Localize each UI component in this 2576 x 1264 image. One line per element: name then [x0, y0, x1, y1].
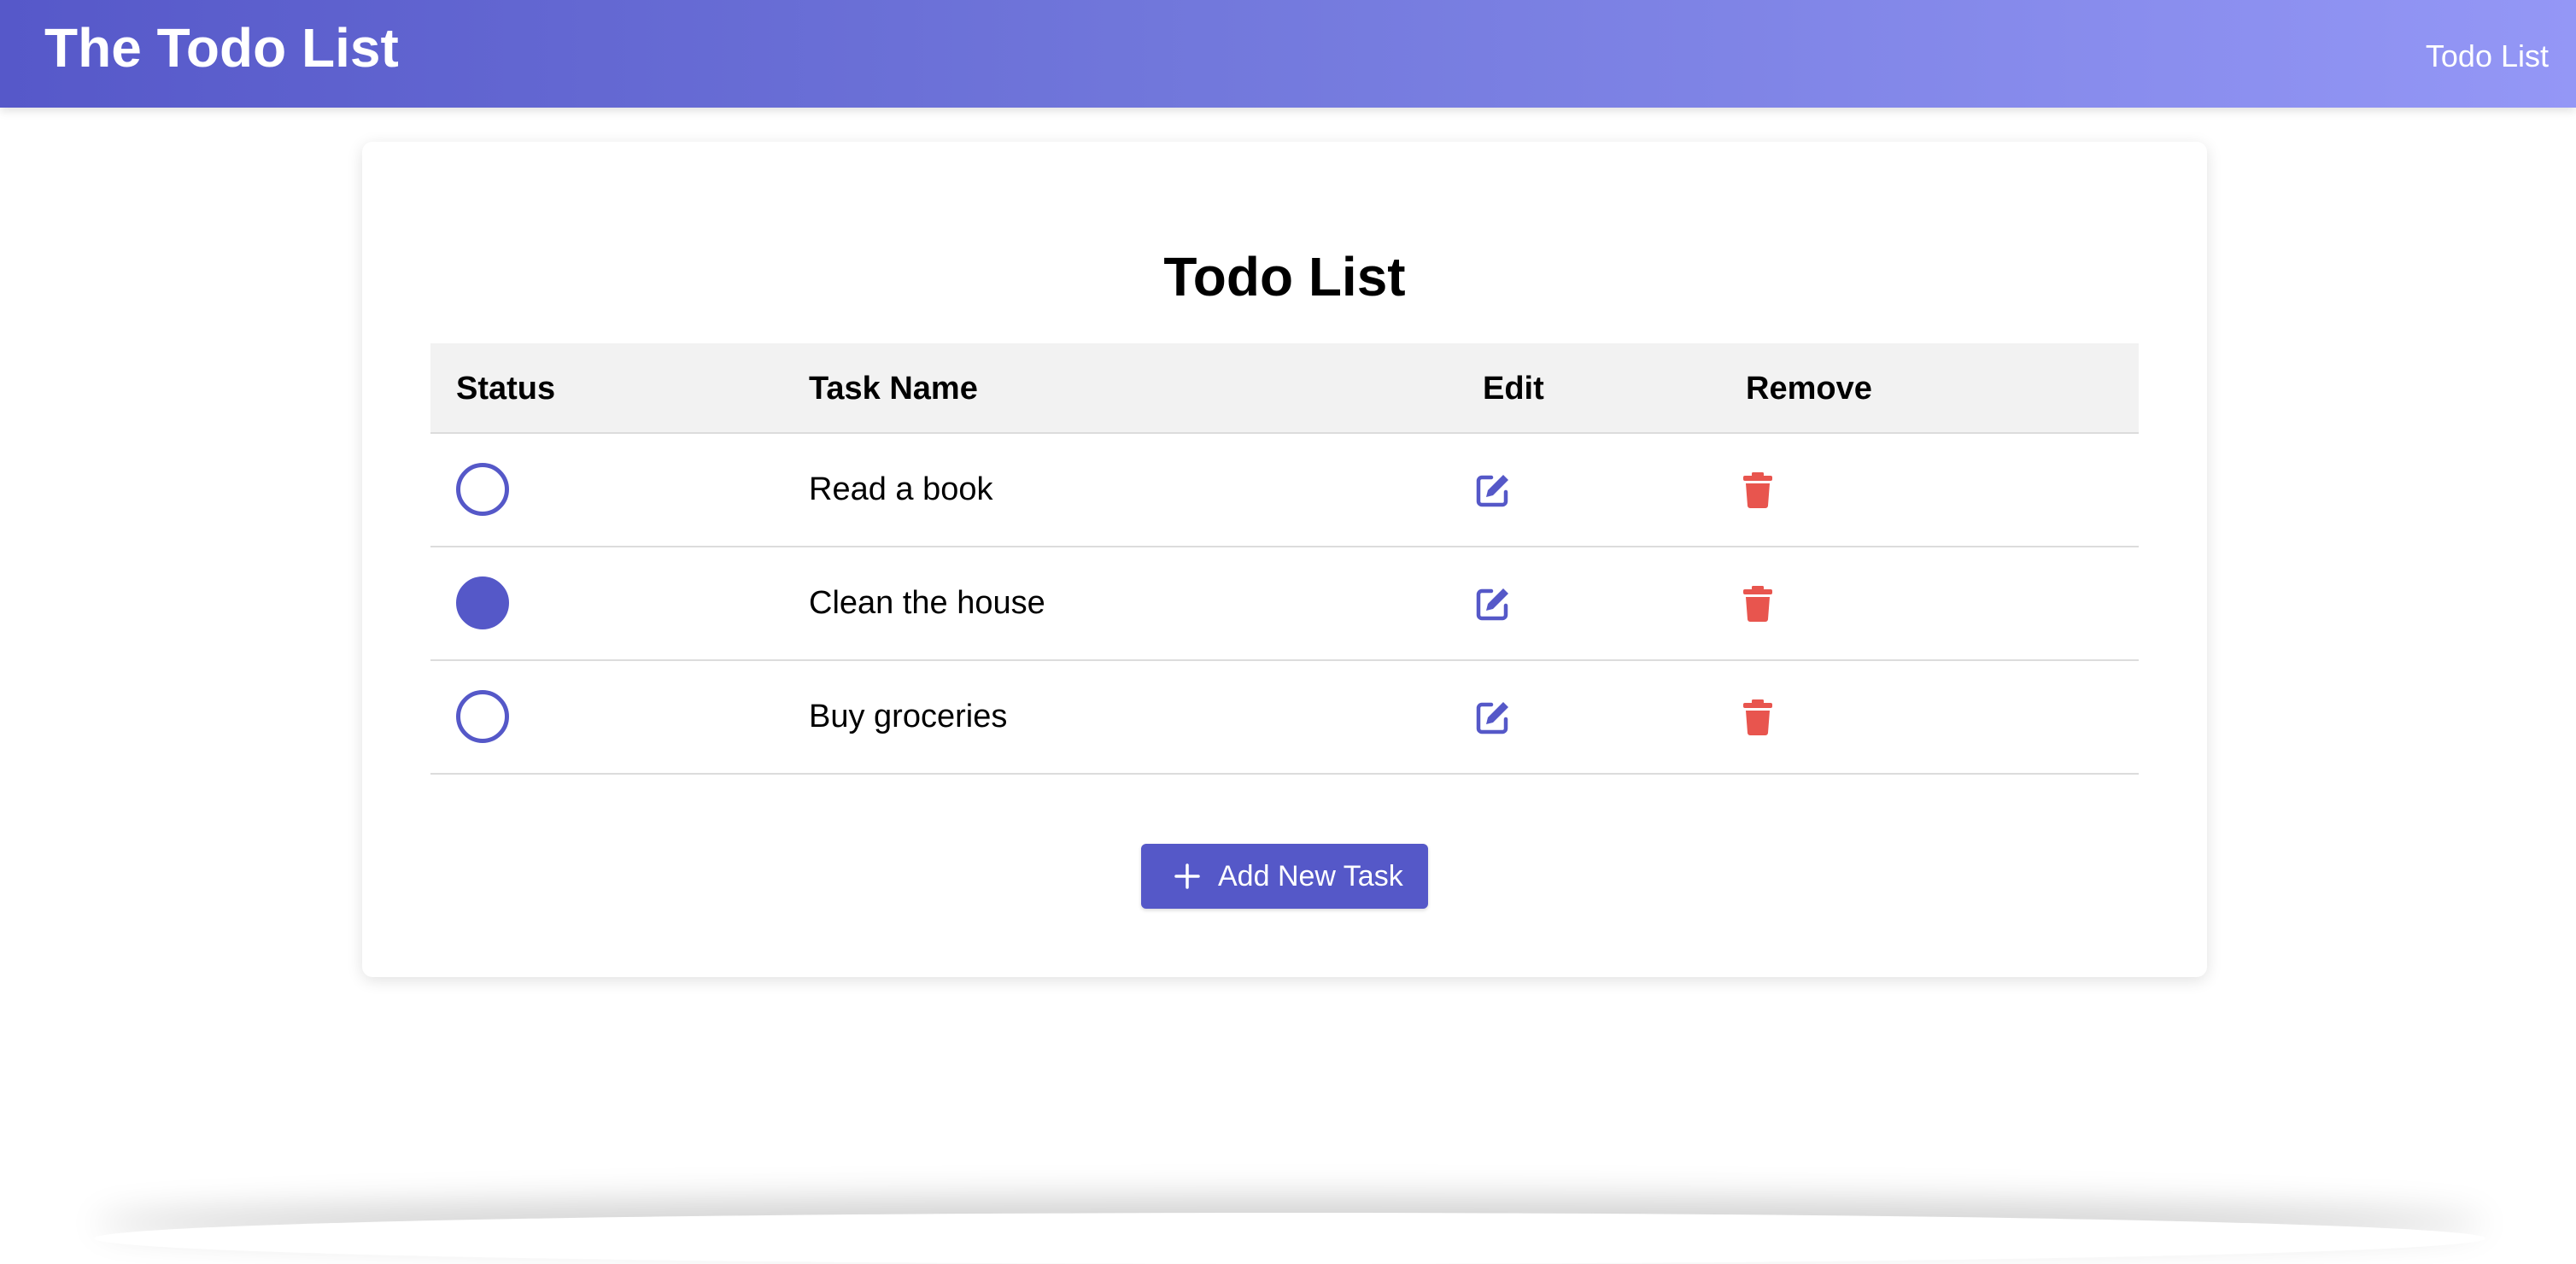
- page-title: Todo List: [1163, 246, 1406, 307]
- todo-card: Todo List Status Task Name Edit Remove R…: [362, 142, 2207, 977]
- column-header-status: Status: [456, 371, 556, 407]
- add-new-task-label: Add New Task: [1218, 860, 1403, 892]
- task-name: Clean the house: [809, 585, 1045, 621]
- table-header: Status Task Name Edit Remove: [430, 343, 2139, 434]
- page-bottom-shadow: [94, 1213, 2485, 1264]
- table-row: Read a book: [430, 434, 2139, 547]
- edit-icon[interactable]: [1474, 585, 1512, 623]
- trash-icon[interactable]: [1741, 471, 1775, 509]
- column-header-edit: Edit: [1483, 371, 1544, 407]
- table-row: Buy groceries: [430, 661, 2139, 775]
- plus-icon: [1174, 863, 1200, 889]
- nav-link-todo-list[interactable]: Todo List: [2426, 36, 2549, 77]
- status-toggle[interactable]: [456, 576, 509, 629]
- table-row: Clean the house: [430, 547, 2139, 661]
- status-toggle[interactable]: [456, 690, 509, 743]
- edit-icon[interactable]: [1474, 699, 1512, 736]
- top-navbar: The Todo List Todo List: [0, 0, 2576, 108]
- brand-title[interactable]: The Todo List: [44, 14, 399, 82]
- edit-icon[interactable]: [1474, 471, 1512, 509]
- task-name: Buy groceries: [809, 699, 1008, 734]
- column-header-remove: Remove: [1746, 371, 1872, 407]
- trash-icon[interactable]: [1741, 699, 1775, 736]
- todo-table: Status Task Name Edit Remove Read a book…: [430, 343, 2139, 775]
- add-new-task-button[interactable]: Add New Task: [1141, 844, 1428, 909]
- task-name: Read a book: [809, 471, 993, 507]
- column-header-task-name: Task Name: [809, 371, 978, 407]
- status-toggle[interactable]: [456, 463, 509, 516]
- trash-icon[interactable]: [1741, 585, 1775, 623]
